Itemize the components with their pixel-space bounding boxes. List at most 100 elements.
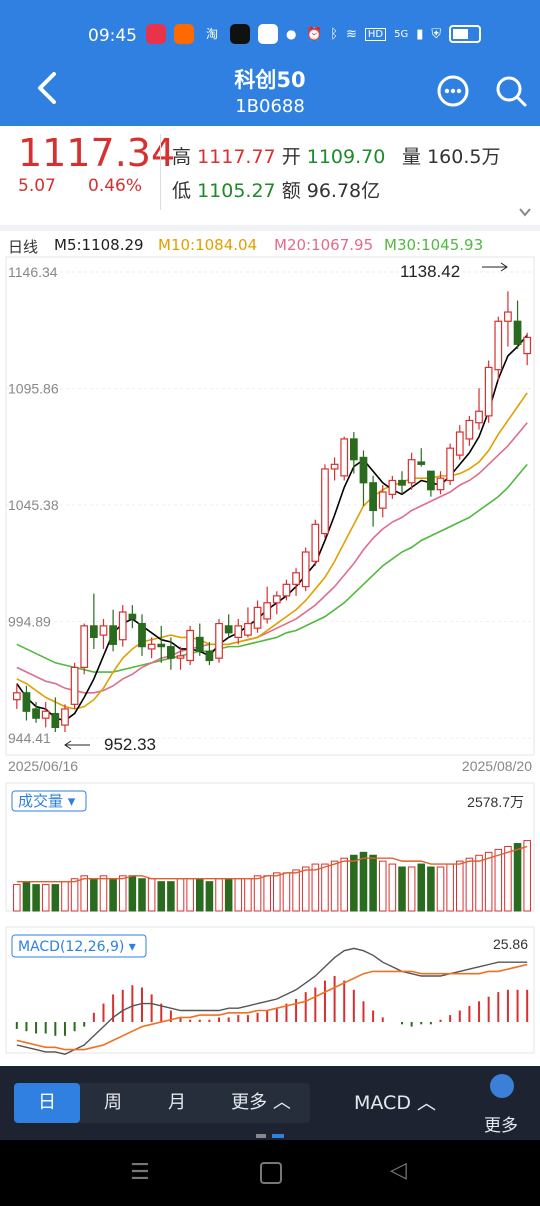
candle-down: [349, 438, 358, 461]
volume-bar: [13, 884, 21, 912]
high-row: 高 1117.77 开 1109.70: [172, 142, 385, 169]
menu-nav-icon[interactable]: ☰: [130, 1160, 150, 1185]
candle-up: [484, 366, 493, 417]
expand-chevron-icon[interactable]: [518, 206, 532, 218]
taobao-icon: 淘: [202, 24, 222, 44]
candle-down: [167, 646, 175, 659]
ma20-label: M20:1067.95: [274, 236, 374, 254]
candle-up: [263, 602, 272, 620]
candle-up: [176, 655, 185, 659]
candle-down: [369, 482, 377, 512]
chat-icon[interactable]: [436, 74, 470, 108]
status-bar: 09:45 淘 ● ⏰ ᛒ ≋ HD 5G ▮ ⛨: [0, 0, 540, 60]
home-nav-icon[interactable]: [260, 1162, 282, 1184]
tab-day[interactable]: 日: [14, 1083, 80, 1123]
y-tick-label: 1095.86: [8, 381, 59, 397]
volume-bar: [292, 869, 300, 912]
volume-bar: [350, 854, 358, 912]
volume-bar: [224, 878, 233, 912]
candle-up: [118, 611, 127, 641]
more-button[interactable]: 更多: [484, 1111, 518, 1136]
volume-bar: [369, 854, 377, 912]
candle-up: [436, 477, 445, 491]
ma30-label: M30:1045.93: [384, 236, 484, 254]
search-icon[interactable]: [494, 74, 528, 108]
candle-up: [234, 625, 243, 639]
kline-chart[interactable]: 1146.34 1095.86 1045.38 994.89 944.41 1138.42…: [0, 255, 540, 1055]
candle-down: [109, 625, 117, 645]
candle-down: [398, 479, 406, 486]
candle-up: [186, 629, 195, 662]
status-time: 09:45: [88, 26, 137, 46]
volume-bar: [109, 878, 117, 912]
candle-down: [128, 613, 137, 620]
system-icons: ⏰ ᛒ ≋ HD 5G ▮ ⛨: [306, 25, 482, 43]
back-nav-icon[interactable]: ◁: [390, 1158, 407, 1183]
candle-down: [157, 643, 166, 648]
ma10-label: M10:1084.04: [158, 236, 258, 254]
indicator-selector[interactable]: MACD ︿: [340, 1083, 450, 1123]
candle-down: [359, 456, 368, 484]
volume-bar: [167, 881, 175, 912]
page-dot: [256, 1134, 266, 1138]
high-label: 高: [172, 146, 192, 168]
candle-down: [22, 692, 31, 712]
back-arrow-icon[interactable]: [34, 70, 62, 106]
notification-icons: 淘 ●: [146, 24, 296, 44]
candle-up: [446, 447, 455, 482]
volume-row: 量 160.5万: [402, 142, 500, 169]
max-price-label: 1138.42: [400, 262, 460, 281]
volume-bar: [407, 866, 416, 912]
macd-selector-label: MACD(12,26,9) ▾: [18, 939, 136, 955]
volume-bar: [475, 854, 483, 912]
candle-down: [195, 636, 204, 652]
candle-up: [340, 438, 349, 477]
volume-bar: [436, 866, 445, 912]
more-icon[interactable]: [490, 1074, 514, 1098]
volume-bar: [99, 875, 108, 912]
volume-bar: [282, 872, 291, 912]
low-row: 低 1105.27 额 96.78亿: [172, 176, 380, 203]
volume-bar: [263, 875, 271, 912]
page-dot-active: [272, 1134, 284, 1138]
wifi-icon: ≋: [346, 26, 357, 42]
section-divider: [0, 225, 540, 231]
candle-up: [378, 491, 387, 509]
volume-bar: [118, 875, 127, 912]
volume-value: 160.5万: [427, 146, 501, 168]
candle-down: [224, 625, 233, 634]
candle-up: [407, 459, 416, 484]
period-label: 日线: [8, 238, 39, 256]
tab-week[interactable]: 周: [80, 1083, 146, 1123]
ma10-line: [16, 392, 528, 710]
candle-up: [465, 419, 474, 440]
tiktok-icon: [230, 24, 250, 44]
min-price-label: 952.33: [104, 735, 156, 754]
volume-bar: [90, 878, 98, 912]
volume-bar: [22, 881, 31, 912]
candle-up: [99, 625, 108, 636]
volume-bar: [456, 860, 464, 912]
candle-down: [417, 461, 426, 465]
candle-up: [301, 551, 310, 588]
candle-up: [272, 595, 281, 604]
candle-up: [244, 622, 252, 636]
tab-more[interactable]: 更多 ︿: [216, 1083, 306, 1123]
volume-bar: [138, 878, 146, 912]
candle-up: [330, 463, 339, 470]
candle-up: [321, 468, 329, 535]
candle-down: [205, 650, 214, 662]
candle-down: [138, 622, 146, 648]
volume-bar: [234, 878, 243, 912]
alarm-icon: ⏰: [306, 26, 323, 42]
candle-down: [89, 625, 98, 639]
volume-bar: [253, 875, 262, 912]
volume-bar: [273, 872, 281, 912]
candle-up: [388, 479, 397, 495]
open-label: 开: [281, 146, 301, 168]
candle-up: [292, 572, 300, 585]
volume-bar: [427, 866, 435, 912]
volume-bar: [51, 884, 60, 912]
tab-month[interactable]: 月: [144, 1083, 210, 1123]
volume-bar: [41, 884, 50, 912]
